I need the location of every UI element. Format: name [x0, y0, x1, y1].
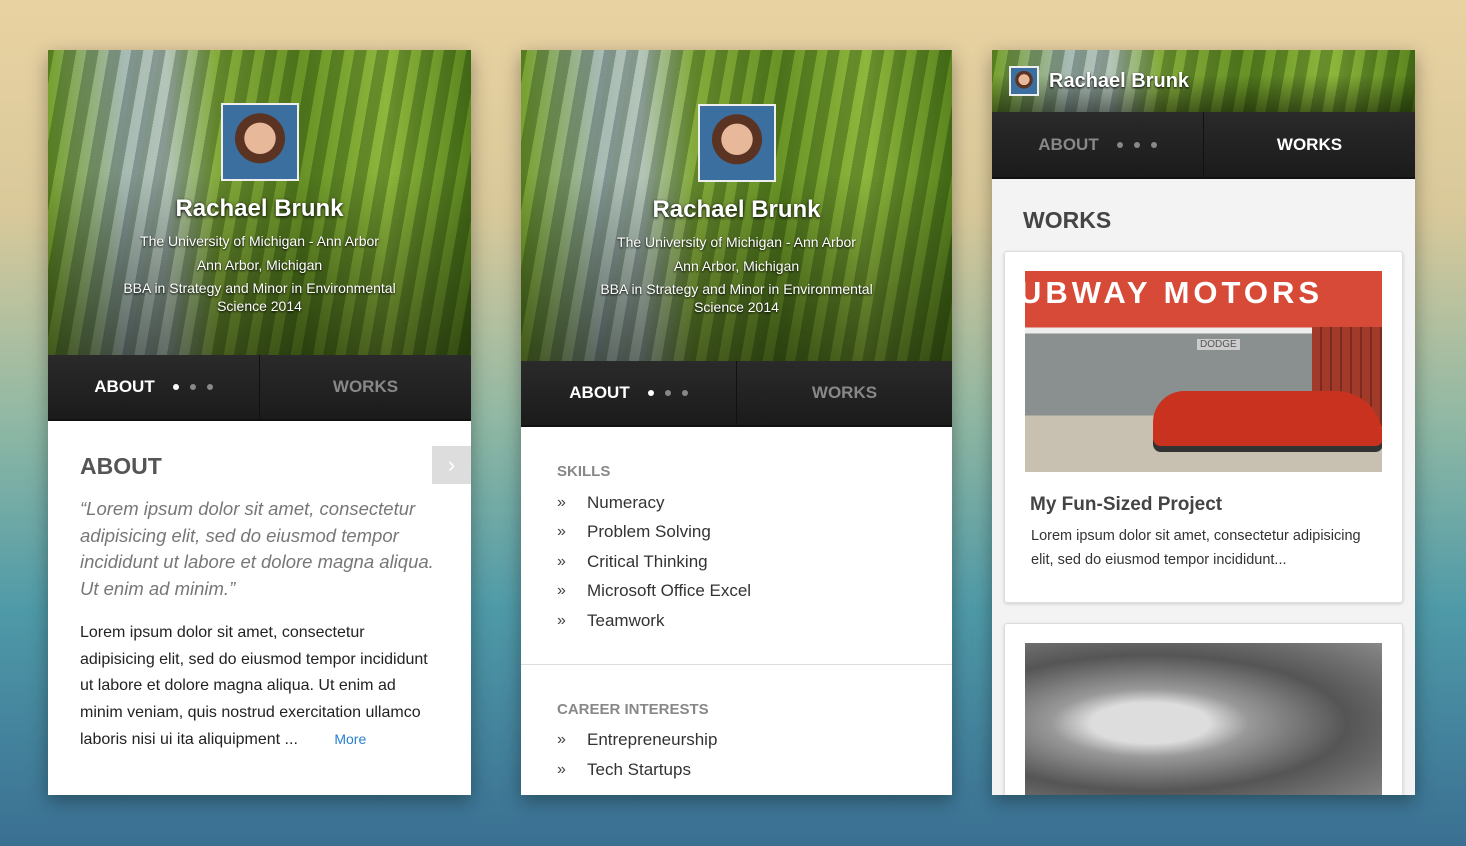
list-item: » Teamwork: [557, 606, 916, 636]
profile-header: Rachael Brunk The University of Michigan…: [48, 50, 471, 355]
project-card[interactable]: UBWAY MOTORS DODGE My Fun-Sized Project …: [1004, 251, 1403, 603]
skills-section: SKILLS » Numeracy » Problem Solving » Critica…: [521, 427, 952, 665]
tab-label: WORKS: [332, 377, 399, 396]
tab-label: WORKS: [811, 383, 878, 402]
tab-about[interactable]: ABOUT: [521, 361, 736, 425]
list-item: » Microsoft Office Excel: [557, 577, 916, 607]
tab-bar: ABOUT WORKS: [521, 361, 952, 427]
tab-works[interactable]: WORKS: [1203, 112, 1415, 177]
project-card[interactable]: [1004, 623, 1403, 795]
page-dots: [647, 390, 688, 396]
profile-name: Rachael Brunk: [1049, 69, 1190, 92]
tab-label: ABOUT: [569, 383, 630, 402]
item-label: Microsoft Office Excel: [587, 581, 752, 601]
compact-header: Rachael Brunk: [992, 50, 1415, 112]
list-item: » Critical Thinking: [557, 547, 916, 577]
project-description: Lorem ipsum dolor sit amet, consectetur …: [1031, 528, 1361, 568]
item-label: Numeracy: [587, 492, 665, 512]
double-chevron-icon: »: [557, 493, 566, 511]
project-image: [1025, 643, 1382, 795]
list-item: » Tech Startups: [557, 755, 916, 785]
tab-bar: ABOUT WORKS: [48, 355, 471, 421]
skills-screen: Rachael Brunk The University of Michigan…: [521, 50, 952, 795]
profile-name: Rachael Brunk: [652, 196, 821, 223]
item-label: Problem Solving: [587, 522, 711, 542]
tab-works[interactable]: WORKS: [259, 355, 471, 419]
profile-location: Ann Arbor, Michigan: [673, 258, 800, 274]
double-chevron-icon: »: [557, 582, 566, 600]
profile-name: Rachael Brunk: [175, 195, 344, 222]
section-title: ABOUT: [80, 453, 162, 479]
tab-about[interactable]: ABOUT: [992, 112, 1203, 177]
works-screen: Rachael Brunk ABOUT WORKS WORKS UBWAY MO…: [992, 50, 1415, 795]
next-button[interactable]: ›: [432, 446, 471, 484]
career-title: CAREER INTERESTS: [557, 700, 709, 718]
avatar: [1009, 66, 1039, 96]
avatar: [697, 104, 776, 182]
tab-works[interactable]: WORKS: [736, 361, 952, 425]
about-quote: “Lorem ipsum dolor sit amet, consectetur…: [80, 498, 434, 599]
tab-label: ABOUT: [1038, 134, 1099, 154]
section-title: WORKS: [1023, 207, 1112, 233]
double-chevron-icon: »: [557, 552, 566, 570]
tab-about[interactable]: ABOUT: [48, 355, 259, 419]
profile-degree-year: Science 2014: [217, 298, 302, 314]
dodge-sign: DODGE: [1197, 339, 1240, 350]
profile-degree: BBA in Strategy and Minor in Environment…: [600, 281, 873, 297]
item-label: Tech Startups: [587, 759, 691, 779]
tab-label: ABOUT: [94, 377, 155, 396]
about-body: Lorem ipsum dolor sit amet, consectetur …: [80, 624, 428, 748]
list-item: » Entrepreneurship: [557, 726, 916, 756]
double-chevron-icon: »: [557, 731, 566, 749]
item-label: Teamwork: [587, 610, 665, 630]
item-label: Entrepreneurship: [587, 730, 718, 750]
double-chevron-icon: »: [557, 523, 566, 541]
double-chevron-icon: »: [557, 611, 566, 629]
avatar: [220, 103, 299, 181]
list-item: » Numeracy: [557, 488, 916, 518]
item-label: Critical Thinking: [587, 551, 708, 571]
profile-header: Rachael Brunk The University of Michigan…: [521, 50, 952, 361]
career-section: CAREER INTERESTS » Entrepreneurship » Tech …: [521, 665, 952, 785]
profile-degree-year: Science 2014: [694, 299, 779, 315]
about-screen: Rachael Brunk The University of Michigan…: [48, 50, 471, 795]
tab-label: WORKS: [1276, 134, 1343, 154]
red-car: [1153, 391, 1382, 446]
skills-title: SKILLS: [557, 463, 611, 480]
double-chevron-icon: »: [557, 760, 566, 778]
tab-bar: ABOUT WORKS: [992, 112, 1415, 179]
more-link[interactable]: More: [334, 731, 366, 747]
project-image: UBWAY MOTORS DODGE: [1025, 271, 1382, 472]
page-dots: [172, 384, 213, 390]
project-title: My Fun-Sized Project: [1030, 494, 1223, 515]
list-item: » Problem Solving: [557, 518, 916, 548]
profile-school: The University of Michigan - Ann Arbor: [617, 234, 856, 250]
profile-degree: BBA in Strategy and Minor in Environment…: [123, 280, 396, 296]
chevron-right-icon: ›: [447, 452, 456, 477]
page-dots: [1116, 141, 1157, 148]
motors-sign: UBWAY MOTORS: [1025, 275, 1324, 310]
profile-location: Ann Arbor, Michigan: [196, 257, 323, 273]
profile-school: The University of Michigan - Ann Arbor: [140, 233, 379, 249]
